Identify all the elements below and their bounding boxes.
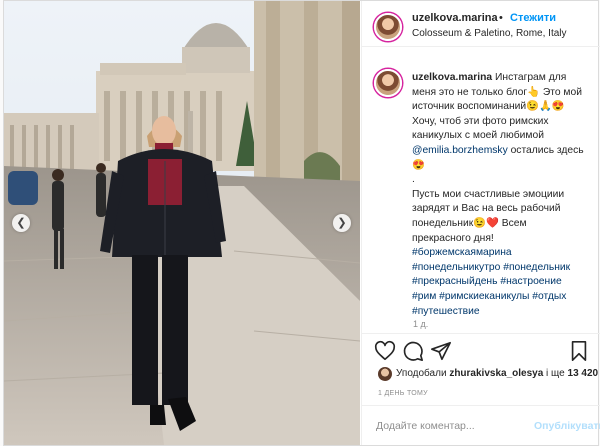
likes-count-link[interactable]: 13 420: [568, 368, 599, 379]
post-header: uzelkova.marina • Стежити Colosseum & Pa…: [362, 1, 600, 47]
next-photo-button[interactable]: ❯: [333, 214, 351, 232]
follow-button[interactable]: Стежити: [510, 12, 556, 24]
post-timestamp: 1 ДЕНЬ ТОМУ: [378, 390, 428, 397]
location-link[interactable]: Colosseum & Paletino, Rome, Italy: [412, 28, 567, 39]
caption-username-link[interactable]: uzelkova.marina: [412, 72, 492, 83]
caption-line: прекрасного дня!: [412, 232, 494, 244]
comment-input[interactable]: [376, 416, 526, 436]
chevron-right-icon: ❯: [337, 217, 347, 229]
caption-line: остались здесь: [507, 144, 584, 156]
caption-line: каникулых с моей любимой: [412, 130, 544, 142]
likes-text: Уподобали zhurakivska_olesya і ще 13 420: [396, 368, 598, 379]
caption-dot-line: .: [412, 174, 415, 186]
chevron-left-icon: ❮: [16, 217, 26, 229]
caption-emoji-line: 😍: [412, 159, 425, 171]
publish-button[interactable]: Опублікувати: [534, 420, 600, 432]
caption-line: источник воспоминаний😉🙏😍: [412, 101, 565, 113]
caption-text: uzelkova.marina Инстаграм для меня это н…: [412, 71, 592, 319]
separator-dot: •: [499, 12, 503, 24]
caption-line: понедельник😉❤️ Всем: [412, 217, 527, 229]
share-icon[interactable]: [430, 340, 452, 362]
post-sidebar: uzelkova.marina • Стежити Colosseum & Pa…: [361, 1, 600, 445]
caption-line: Хочу, чтоб эти фото римских: [412, 115, 549, 127]
post-caption: uzelkova.marina Инстаграм для меня это н…: [362, 59, 600, 331]
caption-avatar[interactable]: [374, 69, 402, 97]
caption-line: меня это не только блог👆 Это мой: [412, 86, 582, 98]
likes-summary: Уподобали zhurakivska_olesya і ще 13 420: [374, 367, 598, 385]
hashtag-link[interactable]: #путешествие: [412, 305, 592, 320]
hashtag-link[interactable]: #прекрасныйдень #настроение: [412, 275, 592, 290]
caption-mention-line: @emilia.borzhemsky остались здесь: [412, 144, 592, 159]
hashtag-link[interactable]: #понедельникутро #понедельник: [412, 261, 592, 276]
instagram-post: ❮ ❯ uzelkova.marina • Стежити Colosseum …: [3, 0, 600, 446]
hashtag-link[interactable]: #рим #римскиеканикулы #отдых: [412, 290, 592, 305]
caption-time: 1 д.: [413, 319, 429, 329]
likes-prefix: Уподобали: [396, 368, 450, 379]
liker-username-link[interactable]: zhurakivska_olesya: [449, 368, 543, 379]
post-photo[interactable]: ❮ ❯: [4, 1, 360, 445]
bookmark-icon[interactable]: [568, 340, 590, 362]
liker-avatar[interactable]: [378, 367, 392, 381]
post-actions: [362, 333, 600, 367]
mention-link[interactable]: @emilia.borzhemsky: [412, 145, 508, 156]
caption-line: зарядят и Вас на весь рабочий: [412, 203, 561, 215]
username-link[interactable]: uzelkova.marina: [412, 12, 498, 24]
avatar[interactable]: [374, 13, 402, 41]
comment-icon[interactable]: [402, 340, 424, 362]
comment-form: Опублікувати: [362, 405, 600, 445]
prev-photo-button[interactable]: ❮: [12, 214, 30, 232]
hashtag-link[interactable]: #боржемскаямарина: [412, 246, 592, 261]
heart-icon[interactable]: [374, 340, 396, 362]
caption-line: Пусть мои счастливые эмоциии: [412, 188, 565, 200]
photo-scene: [4, 1, 360, 445]
caption-line: Инстаграм для: [495, 72, 567, 83]
likes-middle: і ще: [543, 368, 568, 379]
